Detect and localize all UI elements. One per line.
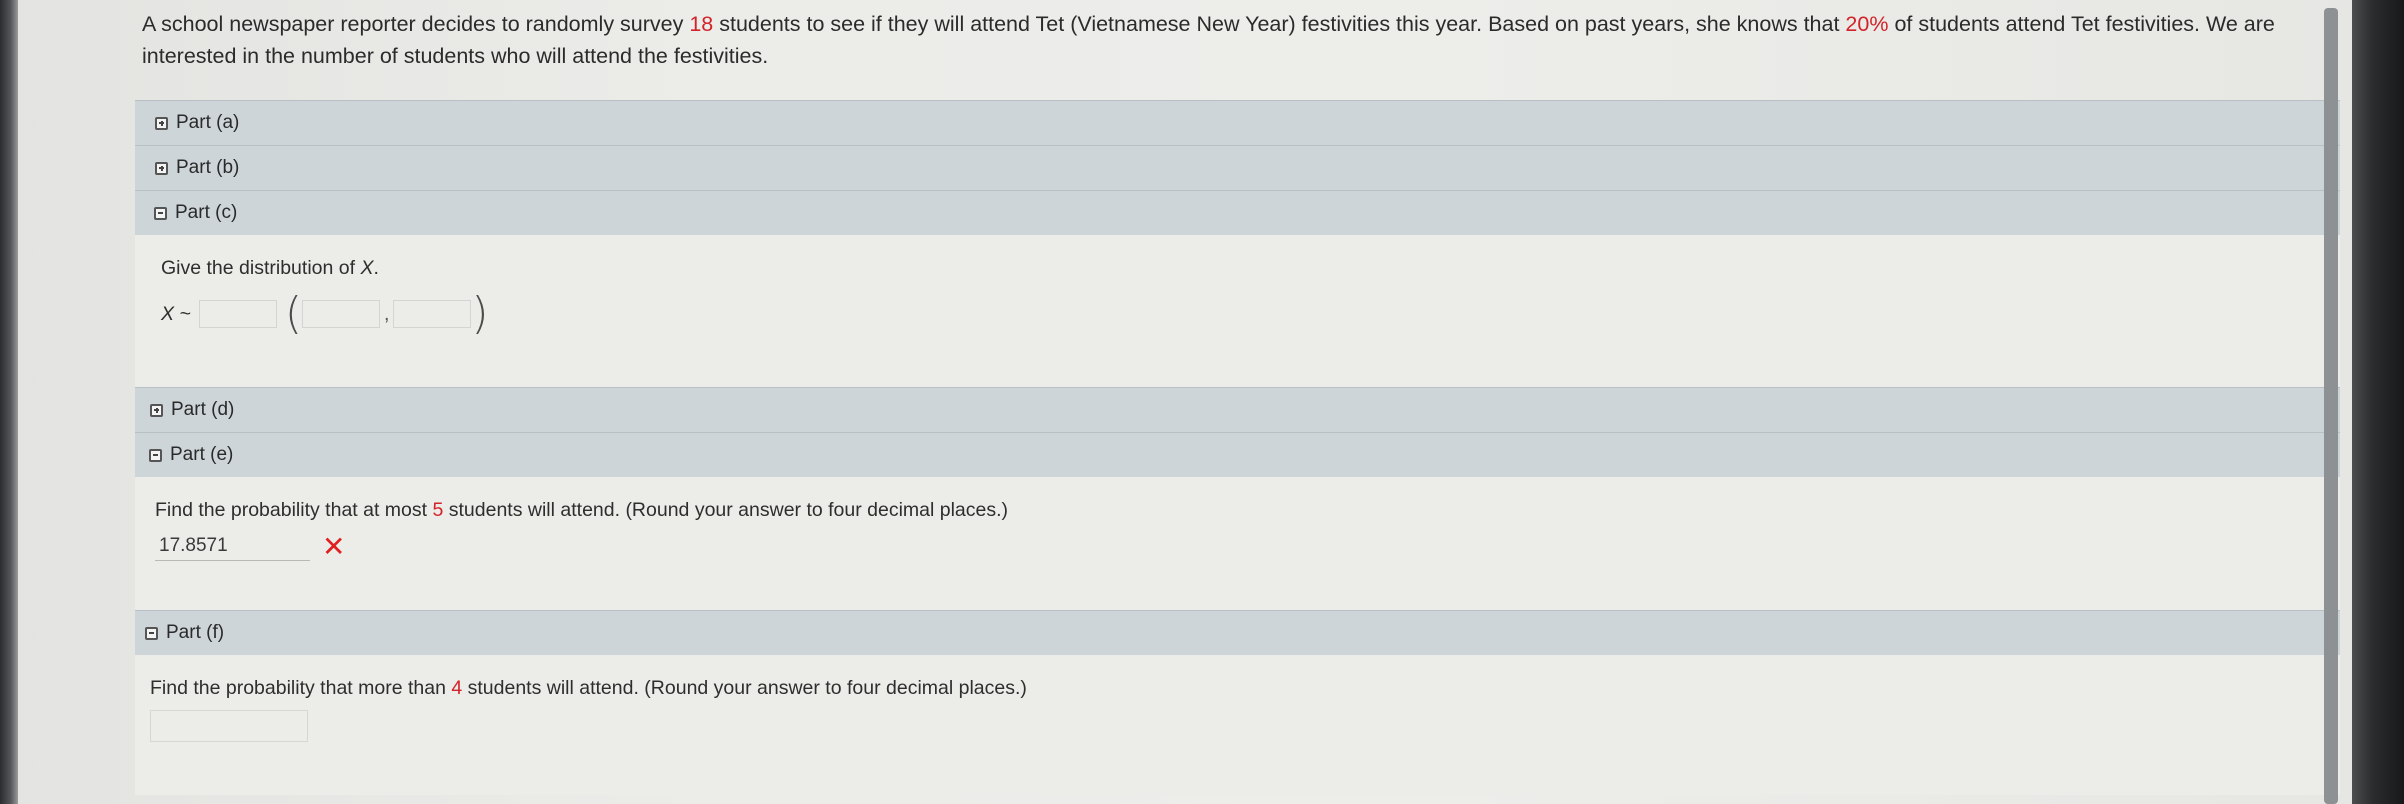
close-paren: ) [471,288,489,339]
part-d-header[interactable]: Part (d) [135,387,2340,432]
part-f-header[interactable]: Part (f) [135,610,2340,655]
part-e-question: Find the probability that at most 5 stud… [155,499,1009,521]
problem-statement: A school newspaper reporter decides to r… [142,12,2275,68]
param-2-input[interactable] [393,300,472,328]
part-c-header[interactable]: Part (c) [135,190,2340,235]
distribution-name-input[interactable] [198,300,277,328]
part-f-label: Part (f) [166,622,225,643]
part-a-label: Part (a) [176,112,240,133]
part-f-answer-row [150,710,2340,742]
part-b-label: Part (b) [176,157,240,178]
distribution-prefix: X ~ [161,302,191,325]
param-1-input[interactable] [301,300,380,328]
plus-square-icon[interactable] [150,403,163,417]
part-b-header[interactable]: Part (b) [135,145,2340,190]
incorrect-icon: ✕ [322,530,346,563]
parts-container: Part (a) Part (b) Part (c) Give the dist… [135,100,2340,795]
plus-square-icon[interactable] [155,116,168,130]
part-e-label: Part (e) [170,444,234,465]
part-e-header[interactable]: Part (e) [135,432,2340,477]
attendance-percent: 20% [1845,12,1889,36]
part-c-label: Part (c) [175,202,238,223]
distribution-row: X ~ ( , ) [161,292,2340,336]
sample-size: 18 [689,12,714,36]
part-a-header[interactable]: Part (a) [135,100,2340,145]
screen: A school newspaper reporter decides to r… [0,0,2404,804]
scrollbar[interactable] [2324,8,2338,804]
part-e-answer-row: ✕ [155,530,2340,563]
minus-square-icon[interactable] [154,206,167,220]
part-c-question: Give the distribution of X. [161,257,379,279]
monitor-left-edge [0,0,18,804]
minus-square-icon[interactable] [149,448,162,462]
part-d-label: Part (d) [171,399,235,420]
open-paren: ( [284,288,302,339]
part-f-answer-input[interactable] [150,710,308,742]
plus-square-icon[interactable] [155,161,168,175]
part-c-panel: Give the distribution of X. X ~ ( , ) [135,235,2340,387]
part-e-panel: Find the probability that at most 5 stud… [135,477,2340,610]
param-separator: , [383,302,390,325]
part-f-question: Find the probability that more than 4 st… [150,677,1027,699]
part-e-answer-input[interactable] [155,532,310,561]
monitor-right-edge [2352,0,2404,804]
minus-square-icon[interactable] [145,626,158,640]
part-f-panel: Find the probability that more than 4 st… [135,655,2340,795]
